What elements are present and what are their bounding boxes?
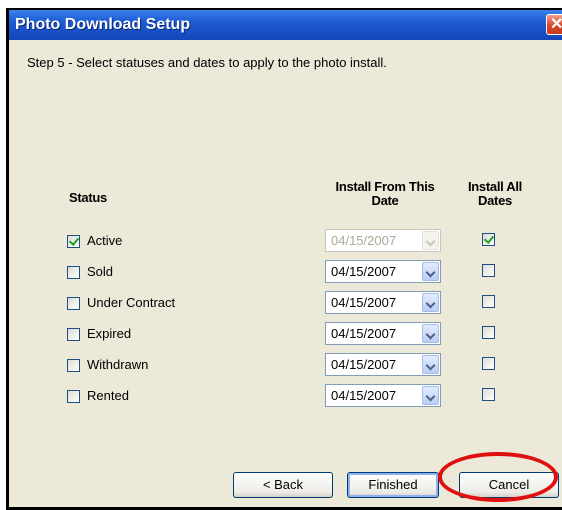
cancel-button[interactable]: Cancel [459, 472, 559, 498]
status-row: Sold 04/15/2007 [9, 259, 562, 285]
status-checkbox[interactable] [67, 328, 80, 341]
install-date-picker[interactable]: 04/15/2007 [325, 353, 441, 376]
dialog-window: Photo Download Setup ✕ Step 5 - Select s… [6, 8, 562, 510]
chevron-down-icon[interactable] [422, 386, 439, 405]
window-title: Photo Download Setup [15, 16, 191, 33]
title-bar[interactable]: Photo Download Setup ✕ [9, 10, 562, 40]
status-row: Withdrawn 04/15/2007 [9, 352, 562, 378]
status-checkbox[interactable] [67, 390, 80, 403]
install-from-column-header: Install From This Date [335, 179, 435, 208]
status-row: Rented 04/15/2007 [9, 383, 562, 409]
install-date-picker: 04/15/2007 [325, 229, 441, 252]
install-all-checkbox[interactable] [482, 264, 495, 277]
install-date-value: 04/15/2007 [331, 264, 397, 279]
status-label: Rented [87, 388, 129, 403]
back-button[interactable]: < Back [233, 472, 333, 498]
chevron-down-icon[interactable] [422, 262, 439, 281]
install-date-picker[interactable]: 04/15/2007 [325, 384, 441, 407]
chevron-down-icon [422, 231, 439, 250]
install-date-picker[interactable]: 04/15/2007 [325, 260, 441, 283]
install-all-checkbox[interactable] [482, 388, 495, 401]
status-row: Expired 04/15/2007 [9, 321, 562, 347]
status-checkbox[interactable] [67, 297, 80, 310]
status-checkbox[interactable] [67, 266, 80, 279]
install-all-checkbox[interactable] [482, 233, 495, 246]
status-label: Active [87, 233, 123, 248]
chevron-down-icon[interactable] [422, 355, 439, 374]
status-label: Sold [87, 264, 114, 279]
install-date-value: 04/15/2007 [331, 388, 397, 403]
install-all-checkbox[interactable] [482, 357, 495, 370]
install-date-picker[interactable]: 04/15/2007 [325, 291, 441, 314]
close-button[interactable]: ✕ [546, 14, 562, 35]
finished-button[interactable]: Finished [347, 472, 439, 498]
status-checkbox[interactable] [67, 235, 80, 248]
install-date-picker[interactable]: 04/15/2007 [325, 322, 441, 345]
status-label: Withdrawn [87, 357, 149, 372]
chevron-down-icon[interactable] [422, 293, 439, 312]
install-date-value: 04/15/2007 [331, 233, 397, 248]
chevron-down-icon[interactable] [422, 324, 439, 343]
status-row: Under Contract 04/15/2007 [9, 290, 562, 316]
install-all-column-header: Install All Dates [467, 179, 522, 208]
install-all-checkbox[interactable] [482, 295, 495, 308]
install-date-value: 04/15/2007 [331, 326, 397, 341]
install-date-value: 04/15/2007 [331, 295, 397, 310]
install-date-value: 04/15/2007 [331, 357, 397, 372]
status-checkbox[interactable] [67, 359, 80, 372]
install-all-checkbox[interactable] [482, 326, 495, 339]
status-column-header: Status [69, 190, 107, 205]
status-row: Active 04/15/2007 [9, 228, 562, 254]
step-instruction: Step 5 - Select statuses and dates to ap… [27, 55, 387, 70]
status-label: Under Contract [87, 295, 176, 310]
status-label: Expired [87, 326, 132, 341]
close-icon: ✕ [550, 14, 562, 34]
